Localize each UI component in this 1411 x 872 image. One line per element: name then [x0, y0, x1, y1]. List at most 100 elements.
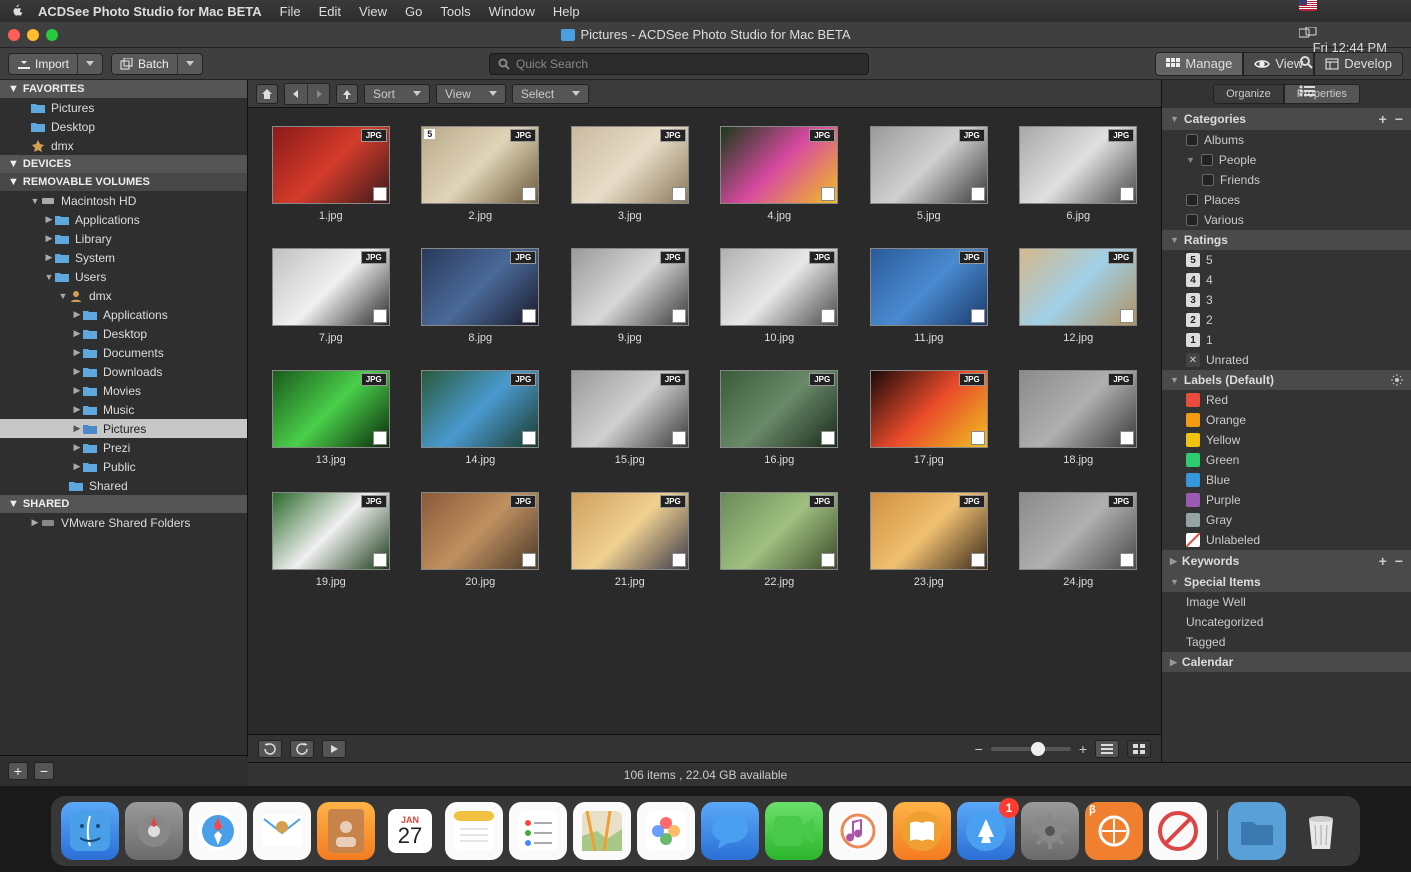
list-view-button[interactable]: [1095, 740, 1119, 758]
dock-downloads[interactable]: [1228, 802, 1286, 860]
thumb-17.jpg[interactable]: JPG 17.jpg: [864, 370, 994, 466]
thumb-checkbox[interactable]: [522, 187, 536, 201]
mode-manage[interactable]: Manage: [1155, 52, 1243, 76]
vmware-folders[interactable]: ▶VMware Shared Folders: [0, 513, 247, 532]
u-applications[interactable]: ▶Applications: [0, 305, 247, 324]
keywords-header[interactable]: ▶Keywords+−: [1162, 550, 1411, 572]
cat-places[interactable]: Places: [1162, 190, 1411, 210]
label-orange[interactable]: Orange: [1162, 410, 1411, 430]
menu-help[interactable]: Help: [553, 4, 580, 19]
thumb-checkbox[interactable]: [1120, 309, 1134, 323]
labels-gear-icon[interactable]: [1391, 374, 1403, 386]
u-desktop[interactable]: ▶Desktop: [0, 324, 247, 343]
batch-button[interactable]: Batch: [111, 53, 203, 75]
zoom-slider[interactable]: [991, 747, 1071, 751]
thumb-checkbox[interactable]: [373, 431, 387, 445]
rating-2[interactable]: 22: [1162, 310, 1411, 330]
rating-5[interactable]: 55: [1162, 250, 1411, 270]
thumb-13.jpg[interactable]: JPG 13.jpg: [266, 370, 396, 466]
thumb-10.jpg[interactable]: JPG 10.jpg: [715, 248, 845, 344]
labels-header[interactable]: ▼Labels (Default): [1162, 370, 1411, 390]
thumb-checkbox[interactable]: [821, 553, 835, 567]
menu-window[interactable]: Window: [489, 4, 535, 19]
dock-launchpad[interactable]: [125, 802, 183, 860]
thumb-5.jpg[interactable]: JPG 5.jpg: [864, 126, 994, 222]
menu-file[interactable]: File: [280, 4, 301, 19]
favorites-header[interactable]: ▼FAVORITES: [0, 80, 247, 98]
thumb-checkbox[interactable]: [971, 309, 985, 323]
u-public[interactable]: ▶Public: [0, 457, 247, 476]
dock-reminders[interactable]: [509, 802, 567, 860]
thumb-23.jpg[interactable]: JPG 23.jpg: [864, 492, 994, 588]
thumb-checkbox[interactable]: [522, 309, 536, 323]
dock-acdsee[interactable]: β: [1085, 802, 1143, 860]
cat-albums[interactable]: Albums: [1162, 130, 1411, 150]
thumb-7.jpg[interactable]: JPG 7.jpg: [266, 248, 396, 344]
remove-favorite-button[interactable]: −: [34, 762, 54, 780]
u-prezi[interactable]: ▶Prezi: [0, 438, 247, 457]
tab-organize[interactable]: Organize: [1213, 84, 1284, 104]
thumb-checkbox[interactable]: [672, 309, 686, 323]
thumb-checkbox[interactable]: [672, 431, 686, 445]
rating-3[interactable]: 33: [1162, 290, 1411, 310]
thumb-checkbox[interactable]: [672, 187, 686, 201]
nav-up[interactable]: [336, 84, 358, 104]
flag-us-icon[interactable]: [1299, 0, 1401, 11]
dock-mail[interactable]: [253, 802, 311, 860]
thumb-2.jpg[interactable]: 5 JPG 2.jpg: [416, 126, 546, 222]
dock-preferences[interactable]: [1021, 802, 1079, 860]
menu-tools[interactable]: Tools: [440, 4, 470, 19]
thumb-3.jpg[interactable]: JPG 3.jpg: [565, 126, 695, 222]
label-red[interactable]: Red: [1162, 390, 1411, 410]
cat-various[interactable]: Various: [1162, 210, 1411, 230]
remove-category-icon[interactable]: −: [1395, 111, 1403, 127]
sp-tagged[interactable]: Tagged: [1162, 632, 1411, 652]
vol-system[interactable]: ▶System: [0, 248, 247, 267]
thumb-1.jpg[interactable]: JPG 1.jpg: [266, 126, 396, 222]
view-dropdown[interactable]: View: [436, 84, 506, 104]
close-button[interactable]: [8, 29, 20, 41]
dock-facetime[interactable]: [765, 802, 823, 860]
dock-maps[interactable]: [573, 802, 631, 860]
thumb-checkbox[interactable]: [373, 187, 387, 201]
thumb-8.jpg[interactable]: JPG 8.jpg: [416, 248, 546, 344]
cat-friends[interactable]: Friends: [1162, 170, 1411, 190]
dock-books[interactable]: [893, 802, 951, 860]
thumb-18.jpg[interactable]: JPG 18.jpg: [1014, 370, 1144, 466]
thumb-checkbox[interactable]: [1120, 431, 1134, 445]
thumb-checkbox[interactable]: [821, 431, 835, 445]
thumb-checkbox[interactable]: [373, 309, 387, 323]
thumb-checkbox[interactable]: [821, 309, 835, 323]
thumb-22.jpg[interactable]: JPG 22.jpg: [715, 492, 845, 588]
remove-keyword-icon[interactable]: −: [1395, 553, 1403, 569]
list-icon[interactable]: [1299, 85, 1401, 97]
dock-messages[interactable]: [701, 802, 759, 860]
dock-finder[interactable]: [61, 802, 119, 860]
nav-forward[interactable]: [307, 84, 329, 104]
u-downloads[interactable]: ▶Downloads: [0, 362, 247, 381]
spotlight-icon[interactable]: [1299, 55, 1401, 69]
sort-dropdown[interactable]: Sort: [364, 84, 430, 104]
add-favorite-button[interactable]: +: [8, 762, 28, 780]
thumb-21.jpg[interactable]: JPG 21.jpg: [565, 492, 695, 588]
thumb-4.jpg[interactable]: JPG 4.jpg: [715, 126, 845, 222]
thumb-checkbox[interactable]: [971, 431, 985, 445]
import-button[interactable]: Import: [8, 53, 103, 75]
thumb-checkbox[interactable]: [522, 553, 536, 567]
vol-library[interactable]: ▶Library: [0, 229, 247, 248]
thumb-checkbox[interactable]: [1120, 553, 1134, 567]
zoom-out-icon[interactable]: −: [975, 741, 983, 757]
zoom-button[interactable]: [46, 29, 58, 41]
thumb-checkbox[interactable]: [971, 553, 985, 567]
rotate-cw-button[interactable]: [290, 740, 314, 758]
thumb-checkbox[interactable]: [522, 431, 536, 445]
rating-1[interactable]: 11: [1162, 330, 1411, 350]
zoom-in-icon[interactable]: +: [1079, 741, 1087, 757]
thumb-6.jpg[interactable]: JPG 6.jpg: [1014, 126, 1144, 222]
thumb-15.jpg[interactable]: JPG 15.jpg: [565, 370, 695, 466]
cat-people[interactable]: ▼People: [1162, 150, 1411, 170]
fav-pictures[interactable]: Pictures: [0, 98, 247, 117]
thumb-24.jpg[interactable]: JPG 24.jpg: [1014, 492, 1144, 588]
u-music[interactable]: ▶Music: [0, 400, 247, 419]
thumb-16.jpg[interactable]: JPG 16.jpg: [715, 370, 845, 466]
